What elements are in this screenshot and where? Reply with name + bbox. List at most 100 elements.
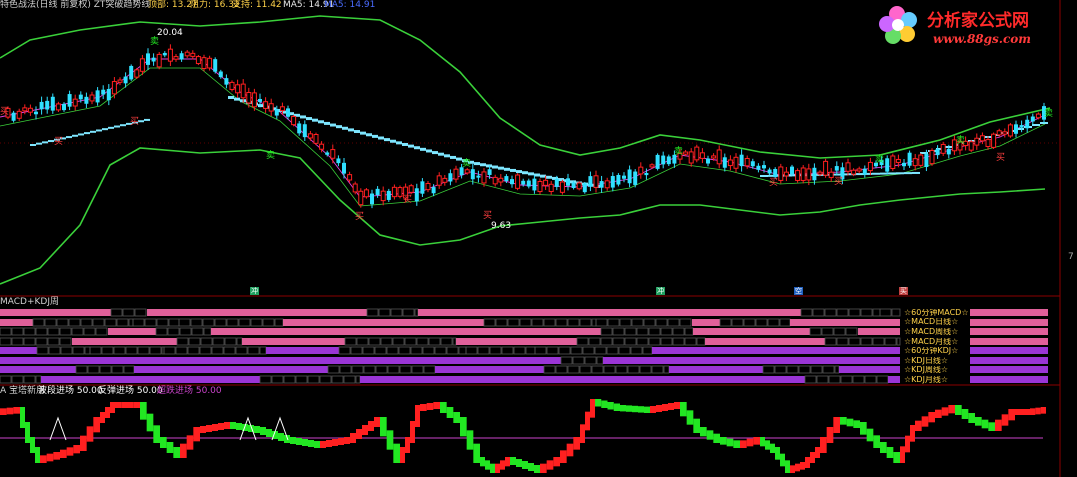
tower-bar-down xyxy=(308,440,314,447)
candle-up xyxy=(347,174,353,181)
stripe-cell xyxy=(137,346,150,355)
candle-down xyxy=(510,179,514,185)
tower-bar-up xyxy=(585,411,590,431)
stair-step xyxy=(228,96,234,99)
stripe-cell xyxy=(896,337,901,346)
tower-bar-up xyxy=(415,405,420,427)
tower-bar-down xyxy=(35,447,40,463)
sell-label: 卖 xyxy=(875,155,885,165)
tower-bar-up xyxy=(740,440,747,448)
stripe-cell xyxy=(762,365,775,374)
stripe-segment xyxy=(720,347,803,354)
tower-bar-down xyxy=(25,422,30,443)
tower-bar-up xyxy=(356,429,362,439)
stripe-cell xyxy=(812,308,825,317)
candle-up xyxy=(498,177,504,183)
candle-down xyxy=(666,156,671,165)
tower-bar-up xyxy=(426,403,434,410)
tower-bar-down xyxy=(453,412,460,423)
indicator-item-rebound: 反弹进场 50.00 xyxy=(98,386,163,396)
stripe-cell xyxy=(410,346,423,355)
stripe-cell xyxy=(840,375,853,384)
candle-down xyxy=(297,123,302,134)
candle-up xyxy=(733,156,739,169)
stair-step xyxy=(492,165,498,169)
stair-step xyxy=(510,168,516,172)
tower-bar-down xyxy=(733,440,740,448)
stripe-cell xyxy=(743,318,756,327)
tower-bar-down xyxy=(644,406,650,413)
stripe-cell xyxy=(879,308,892,317)
stripe-cell xyxy=(816,375,829,384)
sell-label: 卖 xyxy=(150,37,160,47)
stripe-cell xyxy=(48,346,61,355)
stripe-cell xyxy=(250,318,263,327)
site-logo[interactable]: 分析家公式网 www.88gs.com xyxy=(873,0,1077,54)
tower-bar-down xyxy=(146,413,154,432)
candle-up xyxy=(979,135,985,142)
stripe-row-label: ☆60分钟KDJ☆ xyxy=(904,347,959,355)
stripe-cell xyxy=(238,318,251,327)
stripe-segment xyxy=(628,376,711,383)
tower-bar-down xyxy=(485,460,490,470)
stripe-cell xyxy=(618,346,631,355)
stripe-cell xyxy=(214,318,227,327)
stripe-cell xyxy=(607,318,620,327)
candle-down xyxy=(599,181,604,188)
tower-bar-down xyxy=(780,453,785,467)
stripe-cell xyxy=(283,375,296,384)
candle-up xyxy=(16,110,22,119)
stair-step xyxy=(336,125,342,129)
tower-bar-up xyxy=(127,402,134,408)
tower-bar-down xyxy=(680,402,687,417)
stripe-cell xyxy=(187,346,200,355)
stripe-cell xyxy=(190,318,203,327)
stripe-cell xyxy=(643,318,656,327)
tower-bar-down xyxy=(873,435,880,448)
chart-title: 特色战法(日线 前复权) ZT突破趋势线 xyxy=(0,0,151,10)
stripe-cell xyxy=(572,356,585,365)
stripe-cell xyxy=(567,365,580,374)
tower-bar-up xyxy=(805,457,810,468)
stripe-cell xyxy=(422,346,435,355)
stripe-cell xyxy=(519,318,532,327)
tower-bar-up xyxy=(350,433,356,443)
candle-down xyxy=(946,148,951,155)
tower-bar-down xyxy=(613,403,620,411)
tower-bar-up xyxy=(674,402,680,409)
candle-down xyxy=(370,193,374,205)
candle-down xyxy=(756,165,761,170)
stair-step xyxy=(144,118,150,121)
tower-bar-down xyxy=(230,422,236,429)
stripe-cell xyxy=(11,337,24,346)
stripe-cell xyxy=(398,346,411,355)
stripe-cell xyxy=(774,365,787,374)
candle-down xyxy=(532,178,537,191)
stripe-cell xyxy=(32,318,45,327)
stripe-indicator-panel xyxy=(0,308,1048,384)
stair-step xyxy=(72,134,78,137)
stripe-segment xyxy=(283,319,360,326)
tower-bar-up xyxy=(650,406,656,413)
tower-bar-down xyxy=(632,405,638,413)
stripe-cell xyxy=(821,327,834,336)
tower-bar-up xyxy=(6,407,14,415)
candle-up xyxy=(688,151,694,164)
stripe-cell xyxy=(483,318,496,327)
candle-down xyxy=(935,148,940,156)
tower-bar-down xyxy=(760,437,765,447)
stripe-segment xyxy=(0,309,69,316)
stripe-cell xyxy=(663,365,670,374)
stripe-cell xyxy=(104,318,117,327)
candle-down xyxy=(790,166,794,175)
candle-up xyxy=(89,94,95,102)
stripe-cell xyxy=(399,365,412,374)
stripe-segment xyxy=(108,328,156,335)
tower-bar-down xyxy=(686,410,694,425)
chart-canvas[interactable] xyxy=(0,0,1077,477)
buy-label: 买 xyxy=(54,137,64,147)
stripe-cell xyxy=(810,365,823,374)
stripe-cell xyxy=(125,346,138,355)
stripe-cell xyxy=(428,337,441,346)
candle-down xyxy=(224,78,229,85)
